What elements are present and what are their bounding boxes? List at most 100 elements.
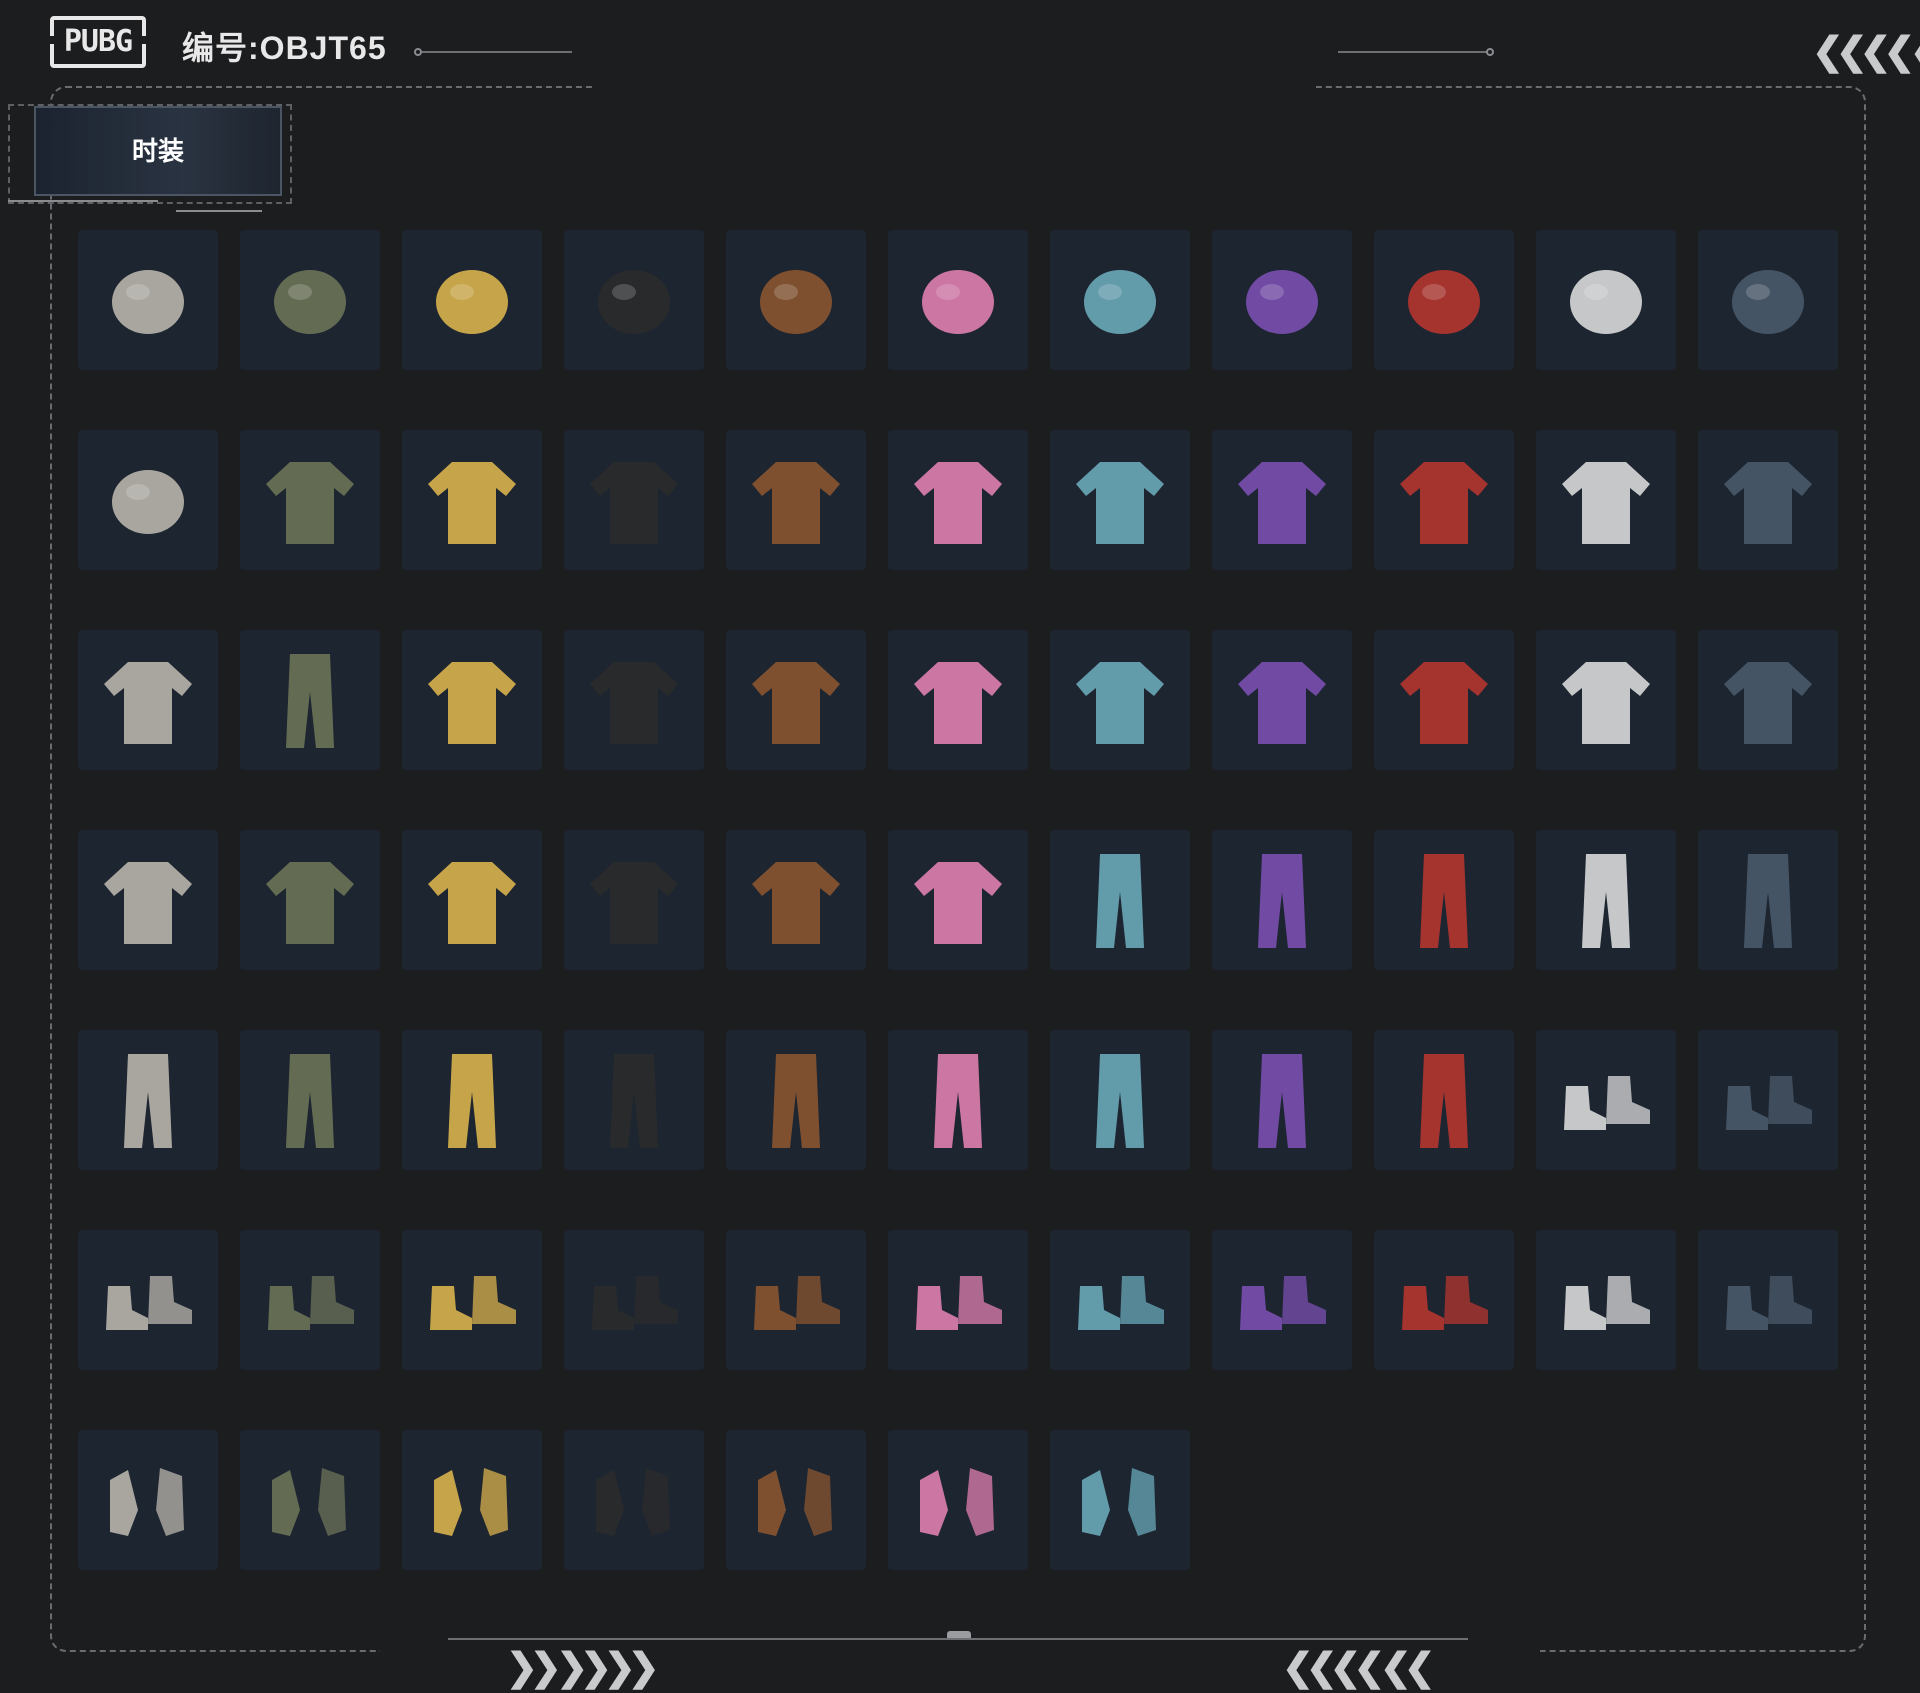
item-slot-white-heeled-boots[interactable]: [726, 1230, 866, 1370]
item-icon: [268, 1276, 354, 1330]
item-icon: [772, 1054, 820, 1148]
item-slot-purple-camo-jacket[interactable]: [1698, 630, 1838, 770]
item-icon: [1082, 1468, 1156, 1536]
item-slot-black-cargo-pants[interactable]: [1050, 1030, 1190, 1170]
item-icon: [1078, 1276, 1164, 1330]
item-slot-pink-bikini[interactable]: [240, 430, 380, 570]
item-slot-grey-joggers[interactable]: [726, 1030, 866, 1170]
item-slot-white-moto-gloves[interactable]: [726, 1430, 866, 1570]
item-slot-aviator-cap-headset[interactable]: [240, 230, 380, 370]
item-slot-floral-long-sleeve[interactable]: [726, 430, 866, 570]
item-slot-white-yellow-gloves[interactable]: [402, 1430, 542, 1570]
item-slot-white-hoodie[interactable]: [1050, 630, 1190, 770]
decor-chevrons-bottom-left: ❯❯ ❯❯❯❯: [506, 1647, 660, 1689]
item-slot-diving-helmet[interactable]: [726, 230, 866, 370]
item-slot-grey-tshirt[interactable]: [564, 630, 704, 770]
item-slot-white-tshirt[interactable]: [726, 630, 866, 770]
item-slot-black-bodysuit[interactable]: [1212, 430, 1352, 570]
item-slot-tan-sneakers[interactable]: [402, 1230, 542, 1370]
item-slot-grey-orange-sneakers[interactable]: [1536, 1230, 1676, 1370]
item-slot-khaki-shorts[interactable]: [888, 1030, 1028, 1170]
item-slot-yellow-fox-hoodie[interactable]: [1536, 630, 1676, 770]
item-slot-navy-trousers[interactable]: [78, 1030, 218, 1170]
item-slot-orange-joggers[interactable]: [1536, 830, 1676, 970]
item-slot-black-combat-boots[interactable]: [564, 1230, 704, 1370]
item-slot-black-crop-top[interactable]: [888, 430, 1028, 570]
item-slot-rainbow-beret[interactable]: [402, 230, 542, 370]
item-slot-astronaut-suit[interactable]: [402, 430, 542, 570]
tab-tick-left: [8, 200, 158, 202]
item-slot-camo-face-scarf[interactable]: [1698, 230, 1838, 370]
item-slot-panda-mittens[interactable]: [1050, 1430, 1190, 1570]
item-slot-black-bow-hoodie[interactable]: [564, 830, 704, 970]
item-icon: [920, 1468, 994, 1536]
item-slot-black-slouch-boots[interactable]: [1212, 1230, 1352, 1370]
item-slot-blue-cargo-jeans[interactable]: [1212, 830, 1352, 970]
item-slot-gold-bra-accessories[interactable]: [78, 630, 218, 770]
item-slot-camo-boots[interactable]: [1698, 1230, 1838, 1370]
item-icon: [1096, 1054, 1144, 1148]
item-slot-grey-slim-pants[interactable]: [1374, 1030, 1514, 1170]
item-slot-purple-coat[interactable]: [1374, 630, 1514, 770]
serial-label: 编号:: [182, 30, 260, 66]
item-icon: [272, 1468, 346, 1536]
item-icon: [1238, 462, 1326, 544]
item-icon: [1084, 270, 1156, 334]
item-slot-black-ankle-boots[interactable]: [240, 1230, 380, 1370]
serial-value: OBJT65: [259, 30, 387, 66]
item-slot-red-tech-gloves[interactable]: [78, 1430, 218, 1570]
item-slot-black-baseball-cap[interactable]: [888, 230, 1028, 370]
item-slot-black-cat-beanie[interactable]: [564, 230, 704, 370]
item-slot-red-plaid-skirt[interactable]: [564, 1030, 704, 1170]
item-slot-black-leather-pants[interactable]: [1050, 830, 1190, 970]
item-slot-black-suit-jacket[interactable]: [240, 830, 380, 970]
item-slot-pink-wrap-skirt[interactable]: [240, 1030, 380, 1170]
item-slot-white-blouse-skirt[interactable]: [240, 630, 380, 770]
item-slot-red-crop-sweater[interactable]: [726, 830, 866, 970]
item-slot-black-leather-coat[interactable]: [1212, 630, 1352, 770]
item-icon: [916, 1276, 1002, 1330]
item-slot-fluffy-white-boots[interactable]: [1050, 1230, 1190, 1370]
item-slot-fluffy-white-hoodie[interactable]: [402, 830, 542, 970]
item-icon: [428, 462, 516, 544]
tab-outfits[interactable]: 时装: [34, 106, 282, 196]
item-slot-red-moto-gloves[interactable]: [888, 1430, 1028, 1570]
item-slot-pink-dino-mask[interactable]: [1536, 230, 1676, 370]
decor-chevrons-bottom-right: ❮❮❮❮ ❮❮: [1282, 1647, 1436, 1689]
item-slot-astronaut-helmet[interactable]: [78, 230, 218, 370]
item-slot-white-printed-tshirt[interactable]: [1374, 430, 1514, 570]
item-slot-fishnet-tall-boots[interactable]: [888, 1230, 1028, 1370]
item-slot-grey-racing-jacket[interactable]: [888, 830, 1028, 970]
item-slot-white-sneakers[interactable]: [1374, 1230, 1514, 1370]
item-slot-blue-sunglasses[interactable]: [1212, 230, 1352, 370]
decor-line-right: [1338, 51, 1488, 53]
item-slot-red-leather-jacket[interactable]: [888, 630, 1028, 770]
item-slot-desert-outfit[interactable]: [1536, 430, 1676, 570]
item-slot-red-tech-boots[interactable]: [78, 1230, 218, 1370]
item-slot-chimp-mask[interactable]: [78, 430, 218, 570]
item-slot-patterned-leggings[interactable]: [1698, 830, 1838, 970]
item-slot-grey-pleated-skirt[interactable]: [402, 1030, 542, 1170]
item-slot-black-eye-mask[interactable]: [1374, 230, 1514, 370]
item-icon: [104, 662, 192, 744]
item-slot-camo-tactical-gloves[interactable]: [564, 1430, 704, 1570]
item-icon: [1258, 1054, 1306, 1148]
item-slot-brown-slim-pants[interactable]: [1212, 1030, 1352, 1170]
item-icon: [914, 862, 1002, 944]
item-slot-pink-sleeve-top[interactable]: [1698, 430, 1838, 570]
item-icon: [754, 1276, 840, 1330]
item-slot-white-grey-sneakers[interactable]: [1698, 1030, 1838, 1170]
item-slot-white-floral-dress[interactable]: [1050, 430, 1190, 570]
item-icon: [1726, 1276, 1812, 1330]
item-slot-panda-headband[interactable]: [1050, 230, 1190, 370]
item-slot-beige-track-pants[interactable]: [1374, 830, 1514, 970]
item-icon: [428, 862, 516, 944]
item-slot-brown-tall-boots[interactable]: [1536, 1030, 1676, 1170]
item-slot-black-tank-top[interactable]: [564, 430, 704, 570]
item-slot-green-jumpsuit[interactable]: [402, 630, 542, 770]
item-icon: [1724, 462, 1812, 544]
item-slot-teal-parka[interactable]: [78, 830, 218, 970]
item-icon: [1562, 662, 1650, 744]
item-icon: [1408, 270, 1480, 334]
item-slot-black-leather-gloves[interactable]: [240, 1430, 380, 1570]
